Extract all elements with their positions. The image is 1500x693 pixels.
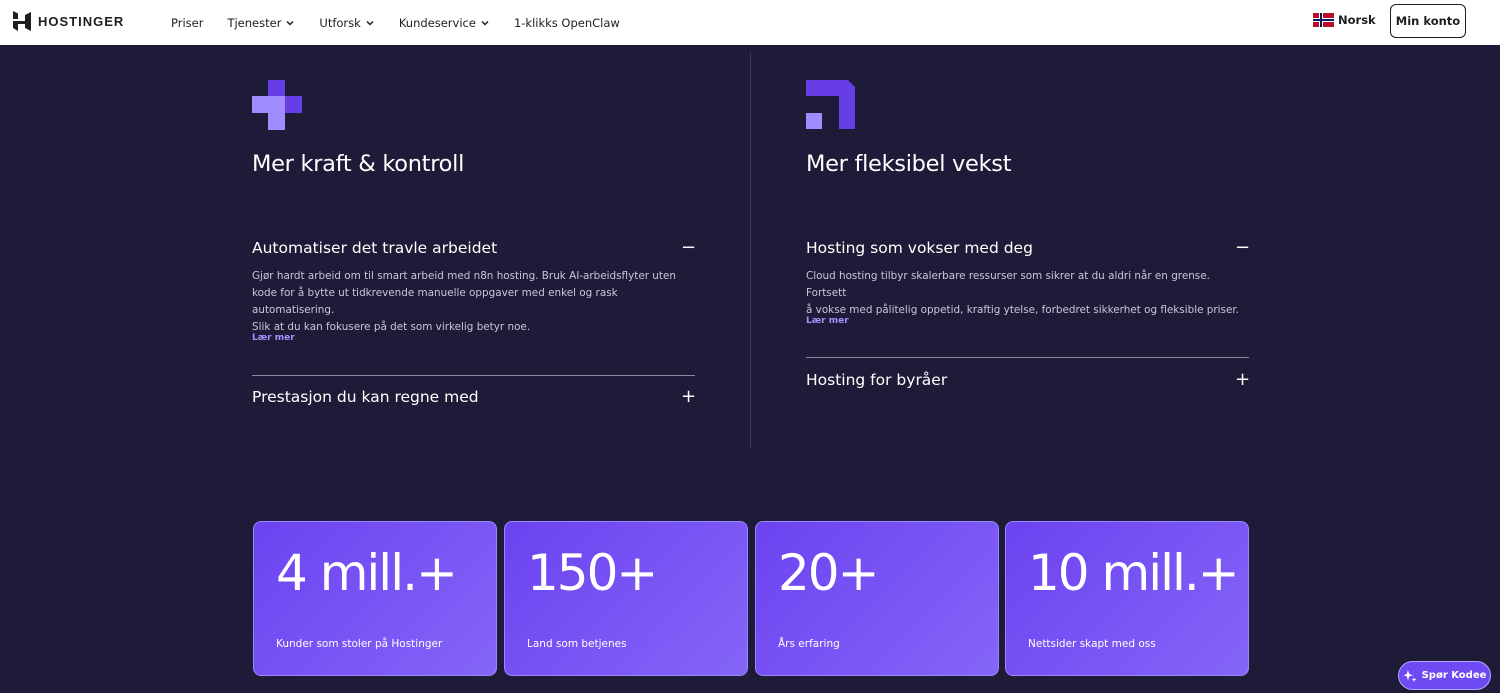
minus-icon[interactable]: − bbox=[1235, 237, 1250, 258]
chevron-down-icon bbox=[481, 20, 489, 26]
nav-item-kundeservice[interactable]: Kundeservice bbox=[399, 16, 490, 30]
body-line: å vokse med pålitelig oppetid, kraftig y… bbox=[806, 304, 1239, 316]
logo-text: HOSTINGER bbox=[38, 13, 125, 29]
plus-blocks-icon bbox=[252, 80, 302, 130]
stat-label: Nettsider skapt med oss bbox=[1028, 638, 1156, 650]
language-selector[interactable]: Norsk bbox=[1313, 13, 1376, 27]
nav-item-tjenester[interactable]: Tjenester bbox=[227, 16, 295, 30]
learn-more-link[interactable]: Lær mer bbox=[252, 333, 295, 343]
accordion-header-prestasjon[interactable]: Prestasjon du kan regne med + bbox=[252, 386, 696, 407]
nav-item-label: Kundeservice bbox=[398, 15, 476, 30]
stat-value: 10 mill.+ bbox=[1028, 544, 1240, 602]
stat-card-websites: 10 mill.+ Nettsider skapt med oss bbox=[1005, 521, 1249, 676]
plus-icon[interactable]: + bbox=[1235, 369, 1250, 390]
column-title: Mer kraft & kontroll bbox=[252, 151, 465, 177]
hostinger-logo[interactable]: HOSTINGER bbox=[12, 11, 124, 31]
stat-value: 4 mill.+ bbox=[276, 544, 458, 602]
norway-flag-icon bbox=[1313, 13, 1334, 27]
stat-card-experience: 20+ Års erfaring bbox=[755, 521, 999, 676]
nav-item-utforsk[interactable]: Utforsk bbox=[319, 16, 374, 30]
body-line: Slik at du kan fokusere på det som virke… bbox=[252, 321, 531, 333]
accordion-heading: Prestasjon du kan regne med bbox=[252, 387, 479, 406]
corner-blocks-icon bbox=[806, 80, 855, 129]
stat-label: Års erfaring bbox=[778, 638, 840, 650]
nav-item-label: Priser bbox=[171, 15, 204, 30]
accordion-separator bbox=[806, 357, 1249, 358]
hostinger-logo-icon bbox=[13, 11, 31, 31]
ask-kodee-button[interactable]: Spør Kodee bbox=[1398, 661, 1491, 690]
body-line: kode for å bytte ut tidkrevende manuelle… bbox=[252, 287, 618, 316]
site-header: HOSTINGER Priser Tjenester Utforsk Kunde… bbox=[0, 0, 1500, 45]
accordion-separator bbox=[252, 375, 695, 376]
accordion-body: Gjør hardt arbeid om til smart arbeid me… bbox=[252, 268, 695, 336]
nav-item-label: Tjenester bbox=[227, 15, 282, 30]
minus-icon[interactable]: − bbox=[681, 237, 696, 258]
stat-card-countries: 150+ Land som betjenes bbox=[504, 521, 748, 676]
body-line: Cloud hosting tilbyr skalerbare ressurse… bbox=[806, 270, 1210, 299]
stat-value: 20+ bbox=[778, 544, 880, 602]
main-nav: Priser Tjenester Utforsk Kundeservice 1-… bbox=[171, 0, 644, 45]
accordion-heading: Hosting som vokser med deg bbox=[806, 238, 1033, 257]
chevron-down-icon bbox=[286, 20, 294, 26]
accordion-header-automatiser[interactable]: Automatiser det travle arbeidet − bbox=[252, 237, 696, 258]
learn-more-link[interactable]: Lær mer bbox=[806, 316, 849, 326]
account-button[interactable]: Min konto bbox=[1390, 4, 1466, 38]
sparkle-icon bbox=[1403, 669, 1417, 682]
stat-value: 150+ bbox=[527, 544, 658, 602]
nav-item-label: Utforsk bbox=[319, 15, 361, 30]
nav-item-openclaw[interactable]: 1-klikks OpenClaw bbox=[514, 16, 620, 30]
nav-item-label: 1-klikks OpenClaw bbox=[513, 15, 620, 30]
column-divider bbox=[750, 52, 751, 448]
accordion-header-byraer[interactable]: Hosting for byråer + bbox=[806, 369, 1250, 390]
language-label: Norsk bbox=[1338, 13, 1376, 27]
chevron-down-icon bbox=[366, 20, 374, 26]
body-line: Gjør hardt arbeid om til smart arbeid me… bbox=[252, 270, 676, 282]
column-title: Mer fleksibel vekst bbox=[806, 151, 1012, 177]
accordion-heading: Hosting for byråer bbox=[806, 370, 948, 389]
stat-label: Land som betjenes bbox=[527, 638, 627, 650]
accordion-header-hosting-vokser[interactable]: Hosting som vokser med deg − bbox=[806, 237, 1250, 258]
stat-card-customers: 4 mill.+ Kunder som stoler på Hostinger bbox=[253, 521, 497, 676]
chat-button-label: Spør Kodee bbox=[1421, 670, 1487, 681]
accordion-heading: Automatiser det travle arbeidet bbox=[252, 238, 498, 257]
nav-item-priser[interactable]: Priser bbox=[171, 16, 203, 30]
accordion-body: Cloud hosting tilbyr skalerbare ressurse… bbox=[806, 268, 1249, 319]
plus-icon[interactable]: + bbox=[681, 386, 696, 407]
stat-label: Kunder som stoler på Hostinger bbox=[276, 638, 443, 650]
